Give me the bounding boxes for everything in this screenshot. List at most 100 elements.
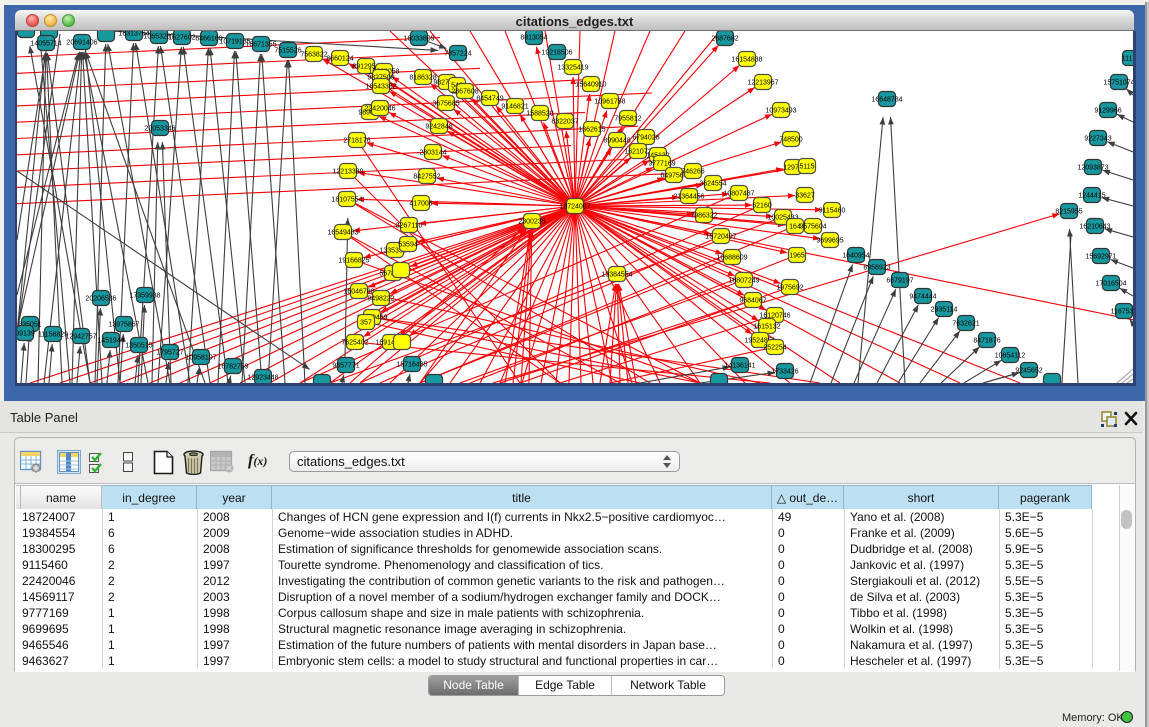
svg-text:16782759: 16782759 (217, 364, 248, 371)
svg-text:746266: 746266 (681, 169, 704, 176)
svg-text:9245652: 9245652 (1015, 368, 1042, 375)
svg-text:16210643: 16210643 (1079, 224, 1110, 231)
svg-text:33627: 33627 (795, 193, 815, 200)
svg-text:20206536: 20206536 (85, 296, 116, 303)
svg-text:748500: 748500 (779, 137, 802, 144)
svg-text:13325419: 13325419 (557, 65, 588, 72)
svg-text:8427552: 8427552 (413, 174, 440, 181)
svg-text:1451944: 1451944 (97, 338, 124, 345)
svg-text:1362615: 1362615 (578, 127, 605, 134)
svg-text:7625402: 7625402 (341, 340, 368, 347)
svg-text:12923448: 12923448 (247, 375, 278, 382)
svg-text:5115: 5115 (799, 164, 814, 171)
svg-text:1615132: 1615132 (753, 324, 780, 331)
svg-text:9699695: 9699695 (816, 238, 843, 245)
svg-text:6794028: 6794028 (632, 135, 659, 142)
svg-text:8813054: 8813054 (520, 35, 547, 42)
svg-text:17359938: 17359938 (129, 293, 160, 300)
svg-text:11123: 11123 (1122, 56, 1133, 63)
svg-text:252254: 252254 (763, 345, 786, 352)
svg-text:10807487: 10807487 (723, 191, 754, 198)
svg-text:10973493: 10973493 (765, 108, 796, 115)
svg-text:7955812: 7955812 (614, 116, 641, 123)
svg-text:16154838: 16154838 (731, 57, 762, 64)
svg-text:15716485: 15716485 (396, 362, 427, 369)
svg-text:1975692: 1975692 (776, 285, 803, 292)
svg-text:16671355: 16671355 (245, 42, 276, 49)
svg-text:17016504: 17016504 (1095, 281, 1126, 288)
svg-text:9474444: 9474444 (909, 294, 936, 301)
svg-text:2803144: 2803144 (419, 150, 446, 157)
svg-text:1733426: 1733426 (771, 369, 798, 376)
svg-text:1350515: 1350515 (125, 343, 152, 350)
svg-text:12213389: 12213389 (332, 169, 363, 176)
svg-text:15692971: 15692971 (1085, 254, 1116, 261)
svg-text:2687682: 2687682 (711, 36, 738, 43)
svg-text:15751074: 15751074 (1103, 80, 1133, 87)
svg-text:3624554: 3624554 (699, 181, 726, 188)
svg-text:357: 357 (360, 320, 372, 327)
svg-text:2935114: 2935114 (931, 307, 958, 314)
svg-text:15720407: 15720407 (705, 234, 736, 241)
svg-text:6679197: 6679197 (886, 278, 913, 285)
svg-text:18724007: 18724007 (559, 204, 590, 211)
svg-text:7563822: 7563822 (300, 52, 327, 59)
svg-text:7986322: 7986322 (690, 213, 717, 220)
svg-text:1244415: 1244415 (1078, 193, 1105, 200)
svg-text:2867608: 2867608 (451, 89, 478, 96)
svg-text:1588520: 1588520 (526, 111, 553, 118)
svg-text:9575604: 9575604 (799, 224, 826, 231)
svg-text:9777169: 9777169 (648, 161, 675, 168)
svg-text:16648784: 16648784 (871, 97, 902, 104)
svg-text:16543382: 16543382 (365, 84, 396, 91)
svg-text:10688609: 10688609 (716, 255, 747, 262)
svg-text:12213967: 12213967 (747, 80, 778, 87)
svg-text:14055714: 14055714 (30, 41, 61, 48)
svg-text:19218506: 19218506 (541, 50, 572, 57)
svg-text:18807249: 18807249 (728, 278, 759, 285)
svg-text:62160: 62160 (752, 203, 772, 210)
svg-text:22420046: 22420046 (364, 106, 395, 113)
svg-text:18107554: 18107554 (331, 197, 362, 204)
svg-text:9684067: 9684067 (739, 298, 766, 305)
svg-text:1527602: 1527602 (168, 35, 195, 42)
svg-text:1965: 1965 (789, 253, 805, 260)
svg-text:16549483: 16549483 (327, 230, 358, 237)
svg-text:9498222: 9498222 (367, 296, 394, 303)
svg-text:16046788: 16046788 (343, 289, 374, 296)
svg-text:7632621: 7632621 (952, 321, 979, 328)
svg-text:9129966: 9129966 (1094, 108, 1121, 115)
svg-text:20691406: 20691406 (66, 40, 97, 47)
svg-text:8215955: 8215955 (1055, 209, 1082, 216)
svg-text:11156829: 11156829 (38, 332, 68, 339)
svg-text:2718176: 2718176 (343, 138, 370, 145)
svg-text:7357224: 7357224 (444, 51, 471, 58)
svg-text:1167534: 1167534 (1111, 309, 1133, 316)
svg-text:99139: 99139 (17, 331, 35, 338)
svg-text:8660124: 8660124 (326, 56, 353, 63)
svg-text:8958923: 8958923 (863, 265, 890, 272)
svg-text:20053346: 20053346 (144, 126, 175, 133)
svg-text:13975867: 13975867 (108, 322, 139, 329)
svg-text:9242848: 9242848 (425, 124, 452, 131)
svg-text:7515526: 7515526 (274, 48, 301, 55)
svg-text:15640910: 15640910 (575, 82, 606, 89)
svg-text:2300235: 2300235 (518, 219, 545, 226)
svg-text:19384554: 19384554 (601, 272, 632, 279)
svg-text:8322037: 8322037 (551, 119, 578, 126)
svg-text:10958107: 10958107 (185, 355, 216, 362)
svg-text:9115460: 9115460 (819, 208, 846, 215)
svg-text:1640954: 1640954 (842, 253, 869, 260)
svg-text:9227343: 9227343 (1084, 136, 1111, 143)
svg-text:9857771: 9857771 (332, 363, 359, 370)
svg-text:16033809: 16033809 (403, 36, 434, 43)
svg-text:3267110: 3267110 (396, 223, 423, 230)
svg-text:19166825: 19166825 (338, 258, 369, 265)
svg-text:10961758: 10961758 (594, 99, 625, 106)
svg-text:21364456: 21364456 (673, 194, 704, 201)
svg-text:10654112: 10654112 (995, 353, 1026, 360)
svg-text:8471876: 8471876 (973, 338, 1000, 345)
svg-text:53594: 53594 (398, 242, 418, 249)
svg-text:12093873: 12093873 (1077, 165, 1108, 172)
svg-text:3675685: 3675685 (432, 101, 459, 108)
